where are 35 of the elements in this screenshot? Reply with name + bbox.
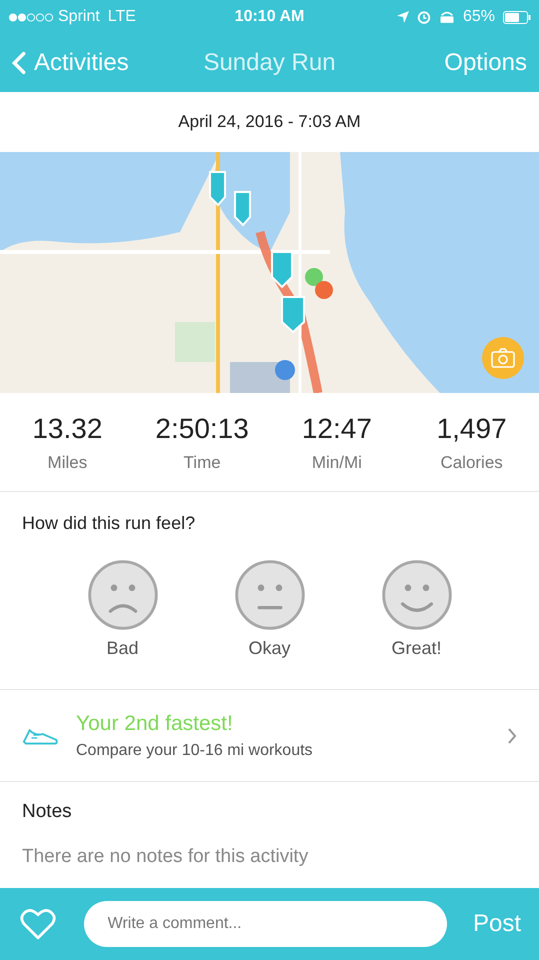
- stat-label: Time: [184, 452, 221, 474]
- alarm-icon: [416, 10, 431, 24]
- stat-label: Miles: [48, 452, 88, 474]
- stat-value: 2:50:13: [155, 412, 249, 446]
- activity-date: April 24, 2016 - 7:03 AM: [178, 111, 361, 134]
- chevron-right-icon: [507, 726, 517, 744]
- carrier-name: Sprint: [58, 7, 100, 27]
- feeling-option[interactable]: Great!: [380, 559, 452, 662]
- stat-value: 13.32: [32, 412, 102, 446]
- back-chevron-icon: [12, 51, 26, 75]
- achievement-title: Your 2nd fastest!: [76, 710, 234, 737]
- notes-heading: Notes: [22, 800, 73, 824]
- comment-field[interactable]: Write a comment...: [84, 901, 447, 947]
- network-type: LTE: [108, 7, 136, 27]
- stat-value: 12:47: [302, 412, 372, 446]
- clock: 10:10 AM: [234, 7, 304, 27]
- neutral-face-icon: [234, 559, 306, 631]
- stat-label: Min/Mi: [312, 452, 362, 474]
- sad-face-icon: [86, 559, 158, 631]
- feel-question: How did this run feel?: [22, 513, 196, 533]
- location-arrow-icon: [396, 11, 409, 23]
- notes-text: There are no notes for this activity: [22, 844, 310, 868]
- screen-title: Sunday Run: [203, 48, 336, 78]
- heart-icon: [18, 907, 57, 941]
- feeling-option[interactable]: Bad: [86, 559, 158, 662]
- signal-icon: [8, 12, 54, 22]
- achievement-subtitle: Compare your 10-16 mi workouts: [76, 741, 314, 762]
- stat-label: Calories: [440, 452, 503, 474]
- happy-face-icon: [380, 559, 452, 631]
- stat-value: 1,497: [436, 412, 507, 446]
- battery-icon: [503, 10, 531, 24]
- feeling-option[interactable]: Okay: [234, 559, 306, 662]
- battery-percent: 65%: [462, 7, 495, 27]
- achievement-row[interactable]: Your 2nd fastest! Compare your 10-16 mi workouts: [0, 690, 539, 782]
- camera-icon: [491, 348, 515, 368]
